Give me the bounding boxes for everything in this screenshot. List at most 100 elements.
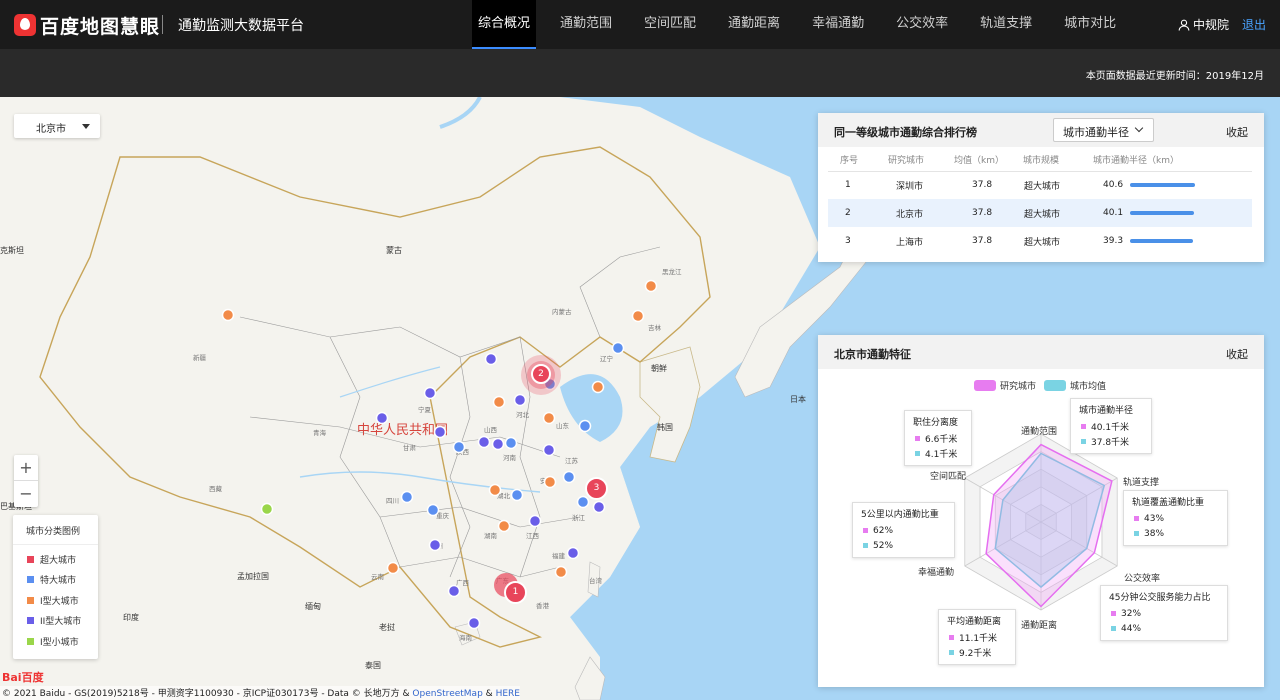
tooltip-dot: [1111, 626, 1116, 631]
feature-collapse-button[interactable]: 收起: [1226, 346, 1248, 362]
tooltip-value-mean: 4.1千米: [925, 450, 958, 460]
ranking-panel: 同一等级城市通勤综合排行榜 城市通勤半径 收起 序号 研究城市 均值（km） 城…: [818, 113, 1264, 262]
metric-dropdown[interactable]: 城市通勤半径: [1053, 118, 1154, 142]
city-type-legend: 城市分类图例 超大城市 特大城市 I型大城市 II型大城市 I型小城市: [13, 515, 98, 659]
main-nav: 综合概况 通勤范围 空间匹配 通勤距离 幸福通勤 公交效率 轨道支撑 城市对比: [472, 0, 1140, 49]
ranking-row[interactable]: 2 北京市 37.8 超大城市 40.1: [828, 199, 1252, 227]
map-label-sichuan: 四川: [386, 497, 399, 505]
metric-dropdown-value: 城市通勤半径: [1063, 126, 1129, 139]
copyright-ampersand: &: [485, 689, 493, 699]
city-dropdown[interactable]: 北京市: [14, 114, 100, 138]
map-label-guangxi: 广西: [456, 579, 469, 587]
baidu-huiyan-logo[interactable]: 百度地图慧眼: [14, 13, 161, 38]
tooltip-title: 轨道覆盖通勤比重: [1132, 498, 1205, 508]
map-label-japan: 日本: [790, 395, 806, 404]
map-label-hunan: 湖南: [484, 532, 497, 540]
city-cluster-marker[interactable]: 3: [585, 477, 608, 500]
tooltip-dot: [1134, 531, 1139, 536]
map-label-xizang: 西藏: [209, 485, 222, 493]
baidu-paw-icon: [14, 14, 36, 36]
radar-tooltip: 5公里以内通勤比重 62% 52%: [852, 502, 955, 558]
map-label-neimenggu: 内蒙古: [552, 308, 572, 316]
tooltip-value-mean: 52%: [873, 540, 894, 551]
column-header: 城市规模: [1023, 149, 1093, 172]
nav-tab-rail-support[interactable]: 轨道支撑: [972, 0, 1040, 49]
zoom-out-button[interactable]: −: [14, 481, 38, 507]
map-label-heilongjiang: 黑龙江: [662, 268, 682, 276]
radius-cell: 40.6: [1093, 171, 1252, 199]
map-label-thailand: 泰国: [365, 661, 381, 670]
tooltip-dot: [915, 436, 920, 441]
column-header: 均值（km）: [954, 149, 1023, 172]
tooltip-row: 32%: [1109, 606, 1219, 621]
map-label-india: 印度: [123, 613, 139, 622]
ranking-row[interactable]: 3 上海市 37.8 超大城市 39.3: [828, 227, 1252, 255]
legend-item: I型大城市: [13, 590, 98, 611]
radar-tooltip: 城市通勤半径 40.1千米 37.8千米: [1070, 398, 1152, 454]
radius-bar: [1130, 238, 1193, 243]
platform-title: 通勤监测大数据平台: [178, 18, 304, 34]
openstreetmap-link[interactable]: OpenStreetMap: [412, 689, 482, 699]
scale-cell: 超大城市: [1024, 181, 1061, 192]
city-cell: 深圳市: [896, 181, 924, 192]
ranking-table: 序号 研究城市 均值（km） 城市规模 城市通勤半径（km） 1 深圳市 37.8 超…: [828, 149, 1252, 255]
city-cluster-marker[interactable]: 2: [531, 364, 551, 384]
logout-link[interactable]: 退出: [1242, 16, 1266, 33]
map-label-anhui: 安徽: [540, 477, 553, 485]
user-icon: [1178, 19, 1190, 31]
legend-item: II型大城市: [13, 611, 98, 632]
nav-tab-transit-efficiency[interactable]: 公交效率: [888, 0, 956, 49]
radar-chart: 研究城市 城市均值 通勤范围 轨道支撑 公交效率 通勤距离 幸福通勤 空间匹配 …: [818, 369, 1264, 687]
scale-cell: 超大城市: [1023, 199, 1093, 227]
tooltip-dot: [1134, 516, 1139, 521]
tooltip-dot: [915, 451, 920, 456]
tooltip-row: 4.1千米: [913, 446, 963, 461]
tooltip-dot: [1081, 424, 1086, 429]
nav-tab-happy-commute[interactable]: 幸福通勤: [804, 0, 872, 49]
radar-axis-label: 轨道支撑: [1123, 478, 1160, 488]
nav-tab-spatial-match[interactable]: 空间匹配: [636, 0, 704, 49]
here-link[interactable]: HERE: [496, 689, 520, 699]
data-update-time: 本页面数据最近更新时间：2019年12月: [1085, 71, 1264, 82]
zoom-control: + −: [14, 455, 38, 507]
tooltip-dot: [949, 635, 954, 640]
tooltip-value-mean: 9.2千米: [959, 649, 992, 659]
nav-tab-city-compare[interactable]: 城市对比: [1056, 0, 1124, 49]
map-label-bangladesh: 孟加拉国: [237, 572, 269, 581]
radar-axis-label: 幸福通勤: [918, 568, 955, 578]
ranking-row[interactable]: 1 深圳市 37.8 超大城市 40.6: [828, 171, 1252, 199]
radar-axis-label: 通勤距离: [1021, 621, 1058, 631]
tooltip-value-mean: 37.8千米: [1091, 438, 1130, 448]
column-header: 序号: [828, 149, 888, 172]
map-label-kazakhstan: 克斯坦: [0, 246, 24, 255]
tooltip-value-city: 6.6千米: [925, 435, 958, 445]
tooltip-value-mean: 38%: [1144, 528, 1165, 539]
nav-tab-commute-range[interactable]: 通勤范围: [552, 0, 620, 49]
tooltip-row: 52%: [861, 538, 946, 553]
map-label-zhejiang: 浙江: [572, 514, 585, 522]
caret-down-icon: [82, 124, 90, 129]
radius-value: 40.6: [1103, 180, 1124, 191]
logo-text: 百度地图慧眼: [40, 15, 161, 38]
map-label-jiangxi: 江西: [526, 532, 539, 540]
zoom-in-button[interactable]: +: [14, 455, 38, 481]
radius-bar: [1130, 182, 1195, 187]
tooltip-row: 9.2千米: [947, 645, 1007, 660]
tooltip-title: 职住分离度: [913, 418, 959, 428]
nav-tab-commute-distance[interactable]: 通勤距离: [720, 0, 788, 49]
city-cluster-marker[interactable]: 1: [504, 581, 527, 604]
tooltip-row: 6.6千米: [913, 431, 963, 446]
map-label-china: 中华人民共和国: [357, 423, 449, 438]
scale-cell: 超大城市: [1024, 237, 1061, 248]
tooltip-dot: [863, 528, 868, 533]
column-header: 研究城市: [888, 149, 954, 172]
map-label-xinjiang: 新疆: [193, 354, 206, 362]
map-label-shaanxi: 陕西: [456, 448, 469, 456]
ranking-panel-header: 同一等级城市通勤综合排行榜 城市通勤半径 收起: [818, 113, 1264, 147]
nav-tab-overview[interactable]: 综合概况: [472, 0, 537, 49]
map-label-south-korea: 韩国: [657, 423, 673, 432]
user-account[interactable]: 中规院: [1178, 16, 1229, 33]
map-label-hainan: 海南: [459, 634, 472, 642]
mean-cell: 37.8: [972, 180, 993, 191]
ranking-collapse-button[interactable]: 收起: [1226, 124, 1248, 140]
